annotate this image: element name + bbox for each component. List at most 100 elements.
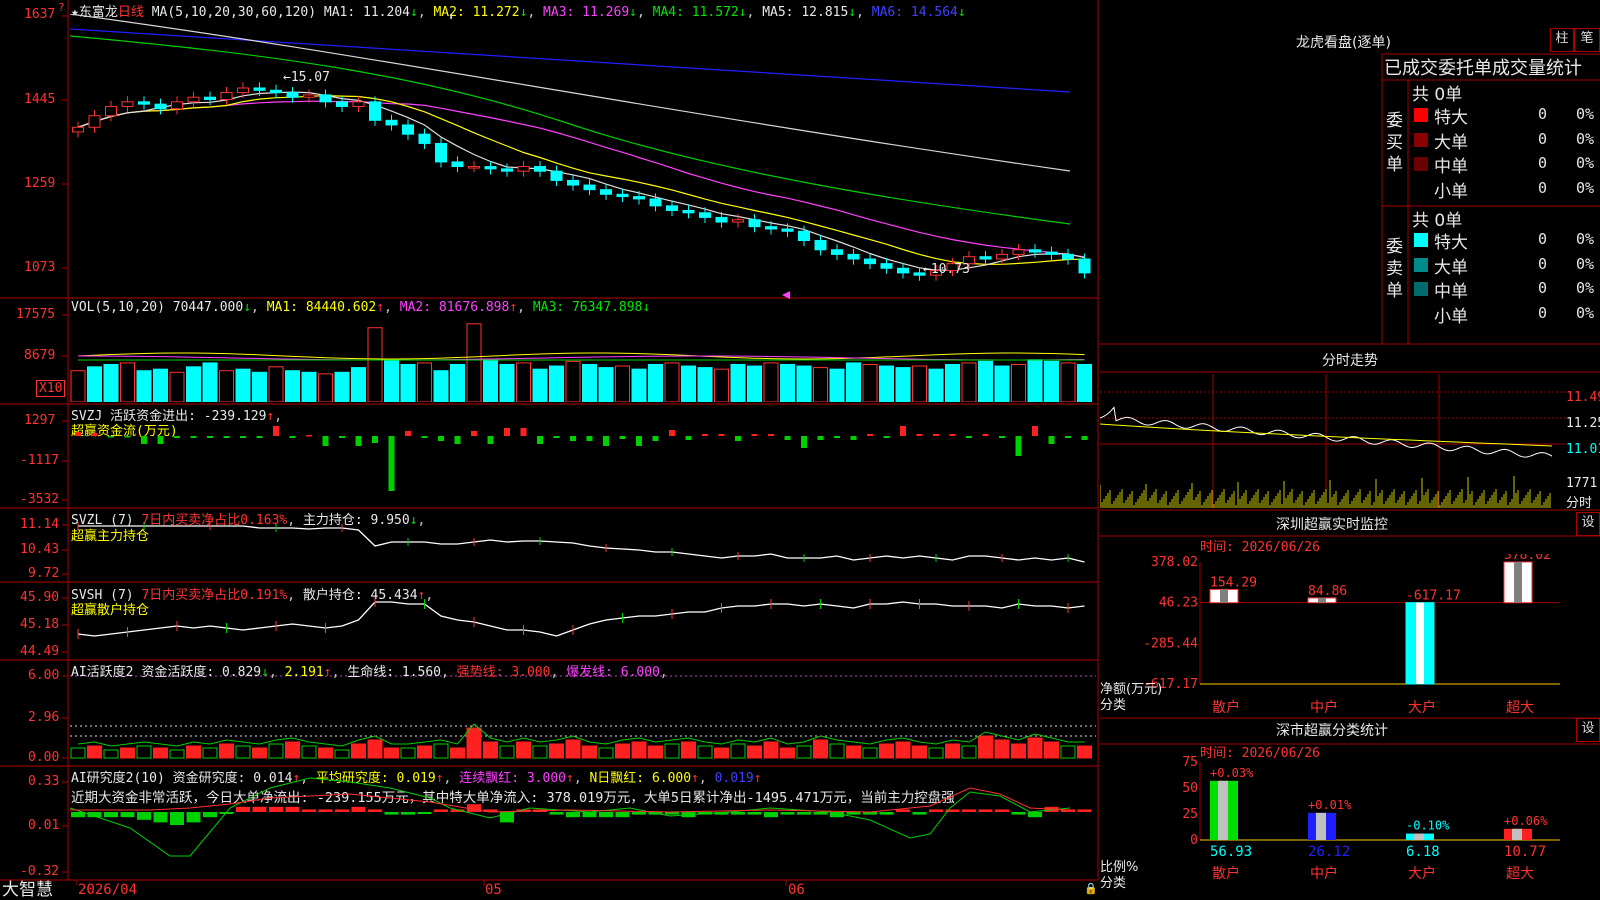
classify-chart[interactable]: 75 50 25 0 +0.03% 56.93 散户 +0.01% 26.12 中户 -0.10% 6… <box>1100 756 1600 900</box>
candle-body <box>748 219 761 228</box>
activity-bar <box>681 741 696 759</box>
monitor-bar-shade <box>1416 602 1424 684</box>
classify-ytick: 25 <box>1182 807 1198 822</box>
research-bar <box>1077 809 1092 812</box>
monitor-settings-button[interactable]: 设 <box>1576 512 1600 536</box>
activity-bar <box>268 743 284 759</box>
candle-body <box>303 94 315 98</box>
lhb-tabs[interactable]: 已成交委托单成交量统计 <box>1384 54 1582 80</box>
activity-bar <box>367 739 383 759</box>
research-bar <box>1028 812 1042 818</box>
fund-flow-bar <box>883 436 890 438</box>
svsh-chart[interactable] <box>70 584 1096 658</box>
candle-body <box>1062 253 1074 260</box>
intraday-time-label: 分时 <box>1566 496 1593 511</box>
fund-flow-bar <box>1081 436 1088 440</box>
sell-row-pct: 0% <box>1576 254 1595 273</box>
fund-flow-bar <box>784 436 791 440</box>
activity-bar <box>664 743 680 759</box>
svzj-chart[interactable] <box>70 410 1096 506</box>
intraday-chart[interactable] <box>1100 374 1566 508</box>
volume-bar <box>136 370 152 402</box>
research-bar <box>186 812 201 823</box>
volume-bar <box>186 366 201 402</box>
candle-body <box>649 198 662 207</box>
volume-chart[interactable] <box>70 316 1096 402</box>
fund-flow-bar <box>405 431 411 436</box>
fund-flow-bar <box>108 436 114 438</box>
monitor-value-label: 378.02 <box>1504 554 1551 563</box>
menu-marker-icon[interactable]: ? <box>58 1 65 14</box>
activity-bar <box>433 743 449 759</box>
sell-row-label: 小单 <box>1434 306 1468 327</box>
activity-bar <box>846 745 861 759</box>
research-bar <box>731 812 745 815</box>
sell-side-label: 委卖单 <box>1386 237 1403 301</box>
monitor-chart[interactable]: 378.02 46.23 -285.44 -617.17 154.29 散户 84.86 中户… <box>1100 554 1600 718</box>
event-marker-icon[interactable]: ⬍ <box>448 12 454 23</box>
volume-bar <box>862 363 878 402</box>
buy-color-swatch <box>1414 157 1428 171</box>
ma-line <box>77 100 1085 258</box>
research-bar <box>599 812 613 818</box>
vol-ma2-line <box>77 355 1085 361</box>
activity-bar <box>1027 737 1043 759</box>
fund-flow-bar <box>240 436 246 438</box>
sell-row-pct: 0% <box>1576 230 1595 248</box>
intraday-ytick: 1771 <box>1566 476 1598 491</box>
activity-bar <box>961 745 977 759</box>
sell-color-swatch <box>1414 306 1428 321</box>
lock-icon[interactable]: 🔒 <box>1084 882 1098 895</box>
buy-row-label: 大单 <box>1434 132 1468 153</box>
ai2-chart[interactable] <box>70 768 1096 878</box>
activity-bar <box>351 743 366 759</box>
fund-flow-bar <box>504 428 510 436</box>
volume-bar <box>252 371 267 402</box>
volume-bar <box>334 371 350 402</box>
fund-flow-bar <box>421 436 428 438</box>
volume-bar <box>961 362 977 402</box>
candle-body <box>138 101 150 105</box>
classify-settings-button[interactable]: 设 <box>1576 718 1600 742</box>
fund-flow-bar <box>141 436 147 444</box>
sell-color-swatch <box>1414 233 1428 247</box>
classify-change-label: +0.06% <box>1504 814 1548 828</box>
low-marker: ←10.73 <box>923 262 970 277</box>
intraday-ytick: 11.49 <box>1566 390 1600 405</box>
monitor-title: 深圳超赢实时监控 <box>1276 517 1388 533</box>
fund-flow-bar <box>537 436 543 444</box>
research-bar <box>632 812 646 815</box>
fund-flow-bar <box>91 433 98 436</box>
candle-body <box>220 92 233 101</box>
sell-row-label: 特大 <box>1434 233 1468 253</box>
monitor-category-label: 大户 <box>1408 699 1436 716</box>
fund-flow-bar <box>801 436 807 448</box>
research-bar <box>401 812 415 815</box>
research-bar <box>995 809 1009 812</box>
activity-bar <box>417 745 432 759</box>
volume-bar <box>730 363 746 402</box>
svzl-chart[interactable] <box>70 510 1096 580</box>
activity-bar <box>714 747 729 759</box>
fund-flow-bar <box>322 436 329 446</box>
buy-color-swatch <box>1414 132 1428 147</box>
fund-flow-bar <box>966 436 972 438</box>
volume-bar <box>1027 359 1043 402</box>
activity-bar <box>87 745 102 759</box>
activity-bar <box>1077 745 1092 759</box>
buy-row-count: 0 <box>1538 154 1548 172</box>
vol-ma2: MA2: 81676.898 <box>399 300 510 315</box>
volume-bar <box>664 362 680 402</box>
research-bar <box>104 812 118 818</box>
fund-flow-bar <box>867 434 873 436</box>
candle-body <box>633 196 645 200</box>
volume-bar <box>417 362 432 402</box>
activity-bar <box>186 745 201 759</box>
sell-row-pct: 0% <box>1576 303 1595 322</box>
candle-body <box>369 101 381 121</box>
ai1-chart[interactable] <box>70 662 1096 764</box>
candlestick-chart[interactable] <box>70 14 1096 296</box>
candle-body <box>105 105 117 117</box>
buy-side-label: 委买单 <box>1386 111 1403 175</box>
volume-bar <box>285 370 300 402</box>
